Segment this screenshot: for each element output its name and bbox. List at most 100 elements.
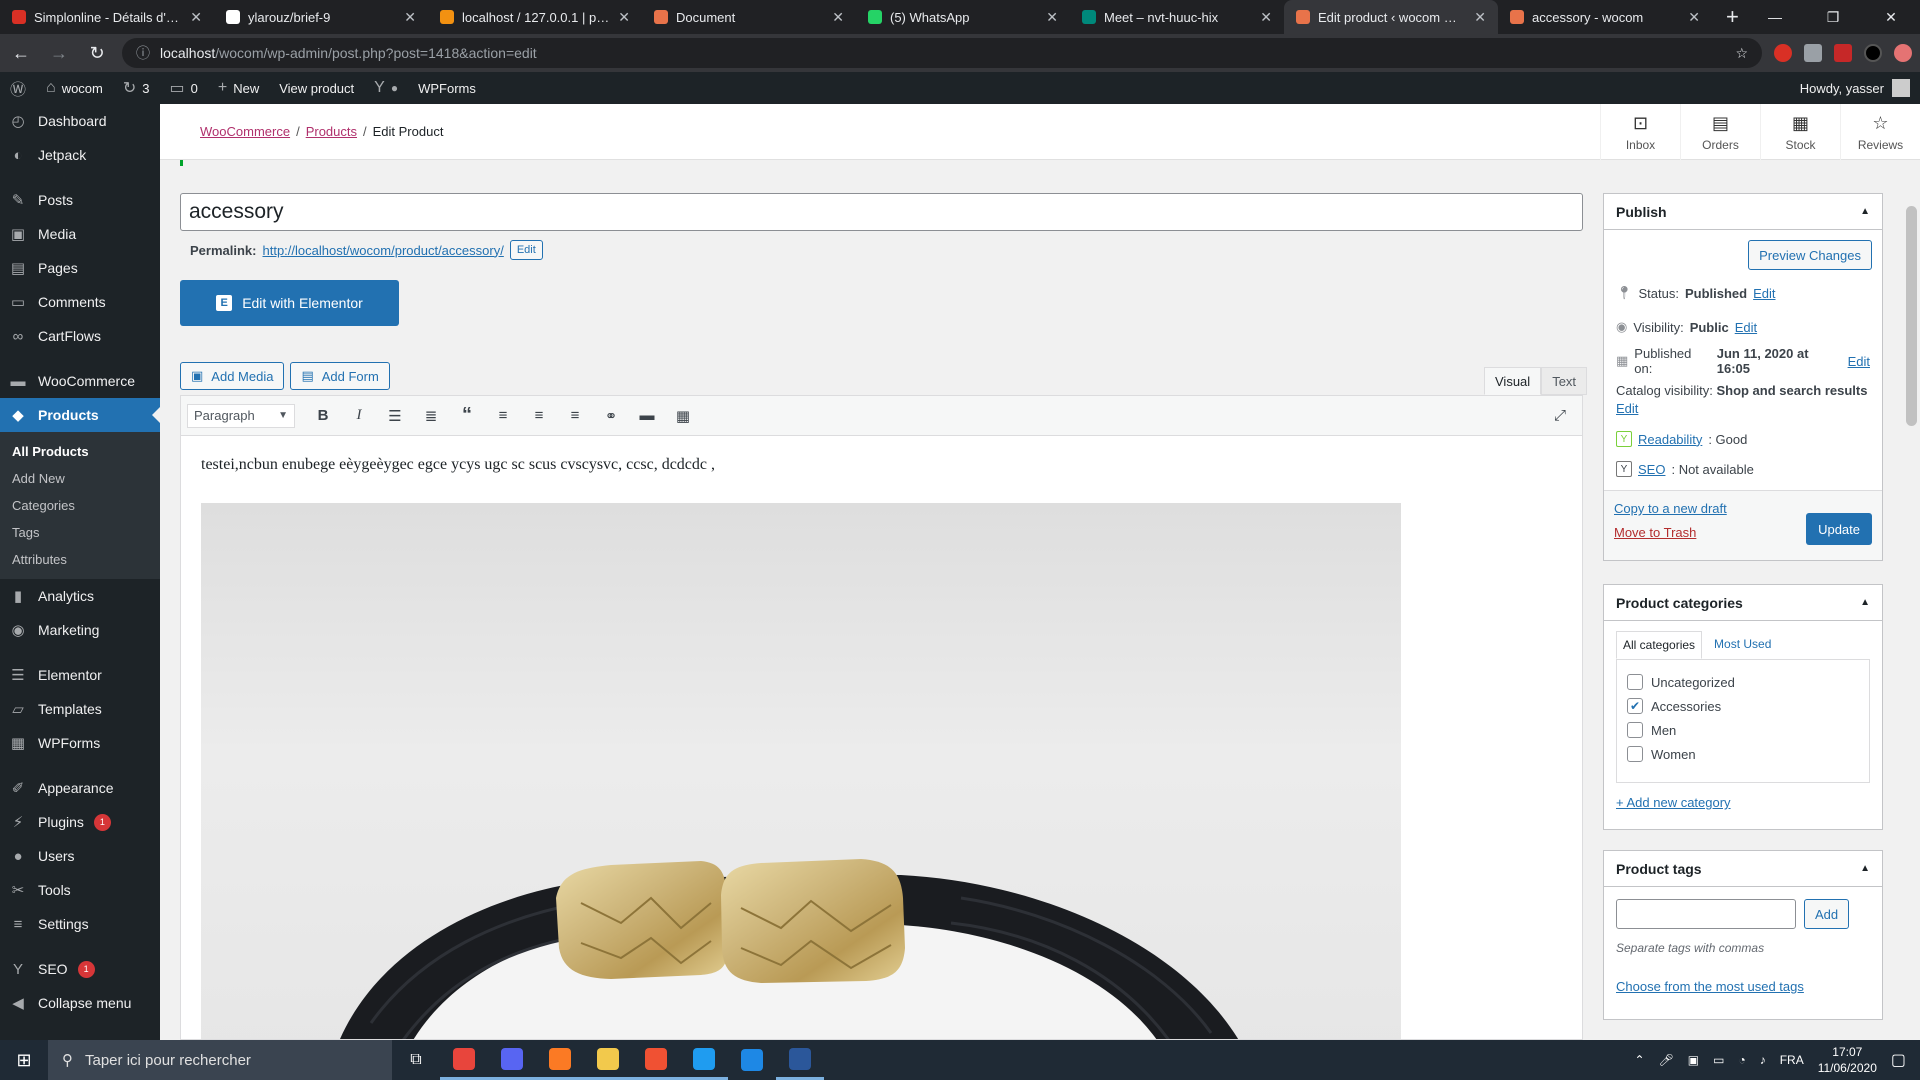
breadcrumb-products[interactable]: Products	[306, 124, 357, 139]
word-icon[interactable]	[776, 1040, 824, 1080]
collapse-arrow-icon[interactable]: ▲	[1860, 597, 1870, 608]
sidebar-item[interactable]: ▣ Media	[0, 217, 160, 251]
content-editor[interactable]: Paragraph ▼ B I ☰ ≣ “ ≡ ≡ ≡ ⚭ ▬ ▦ ⤢ teste…	[180, 395, 1583, 1040]
browser-tab[interactable]: ylarouz/brief-9 ✕	[214, 0, 428, 34]
close-icon[interactable]: ✕	[832, 9, 844, 26]
category-item[interactable]: Men	[1627, 718, 1859, 742]
taskbar-search[interactable]: ⚲ Taper ici pour rechercher	[48, 1040, 392, 1080]
sidebar-item[interactable]: ∞ CartFlows	[0, 319, 160, 353]
chevron-up-icon[interactable]: ⌃	[1634, 1053, 1644, 1067]
format-select[interactable]: Paragraph ▼	[187, 403, 295, 428]
add-tag-button[interactable]: Add	[1804, 899, 1850, 929]
copy-draft-link[interactable]: Copy to a new draft	[1614, 501, 1727, 516]
sidebar-item[interactable]: ✎ Posts	[0, 183, 160, 217]
post-title-input[interactable]: accessory	[180, 193, 1583, 231]
sidebar-item[interactable]: ▤ Pages	[0, 251, 160, 285]
tab-text[interactable]: Text	[1541, 367, 1588, 395]
permalink-link[interactable]: http://localhost/wocom/product/accessory…	[262, 243, 503, 258]
edit-permalink-button[interactable]: Edit	[509, 240, 543, 260]
tab-most-used[interactable]: Most Used	[1708, 631, 1777, 659]
scrollbar-thumb[interactable]	[1906, 206, 1917, 426]
choose-tags-link[interactable]: Choose from the most used tags	[1616, 979, 1870, 994]
bold-icon[interactable]: B	[307, 402, 339, 430]
sidebar-item[interactable]: ◐ Jetpack	[0, 138, 160, 172]
close-icon[interactable]: ✕	[1046, 9, 1058, 26]
vscode-icon[interactable]	[680, 1040, 728, 1080]
tag-input[interactable]	[1616, 899, 1796, 929]
browser-tab[interactable]: Meet – nvt-huuc-hix ✕	[1070, 0, 1284, 34]
woo-activity-reviews[interactable]: ☆ Reviews	[1840, 104, 1920, 160]
url-input[interactable]: ⓘ localhost/wocom/wp-admin/post.php?post…	[122, 38, 1762, 68]
bulleted-list-icon[interactable]: ☰	[379, 402, 411, 430]
seo-link[interactable]: SEO	[1638, 462, 1665, 477]
edit-date-link[interactable]: Edit	[1848, 354, 1870, 369]
woo-activity-stock[interactable]: ▦ Stock	[1760, 104, 1840, 160]
read-more-icon[interactable]: ▬	[631, 402, 663, 430]
category-checkbox[interactable]: ✔	[1627, 698, 1643, 714]
forward-icon[interactable]: →	[46, 43, 72, 64]
sidebar-item[interactable]: ⚡ Plugins 1	[0, 805, 160, 839]
sidebar-item[interactable]: Y SEO 1	[0, 952, 160, 986]
comments-link[interactable]: ▭ 0	[160, 72, 208, 104]
updates-link[interactable]: ↻ 3	[113, 72, 160, 104]
align-right-icon[interactable]: ≡	[559, 402, 591, 430]
browser-tab[interactable]: Document ✕	[642, 0, 856, 34]
bookmark-star-icon[interactable]: ☆	[1735, 45, 1748, 62]
category-item[interactable]: ✔ Accessories	[1627, 694, 1859, 718]
fullscreen-icon[interactable]: ⤢	[1544, 402, 1576, 430]
account-menu[interactable]: Howdy, yasser	[1800, 79, 1920, 97]
sidebar-item[interactable]: ▬ WooCommerce	[0, 364, 160, 398]
submenu-item[interactable]: Tags	[0, 519, 160, 546]
category-checkbox[interactable]	[1627, 746, 1643, 762]
xampp-icon[interactable]	[536, 1040, 584, 1080]
extension-icon[interactable]	[1894, 44, 1912, 62]
close-icon[interactable]: ✕	[1688, 9, 1700, 26]
update-button[interactable]: Update	[1806, 513, 1872, 545]
sidebar-item[interactable]: ◀ Collapse menu	[0, 986, 160, 1020]
sidebar-item[interactable]: ▦ WPForms	[0, 726, 160, 760]
clock[interactable]: 17:07 11/06/2020	[1818, 1044, 1877, 1076]
wifi-icon[interactable]: ◔	[1738, 1053, 1745, 1067]
categories-box-header[interactable]: Product categories ▲	[1604, 585, 1882, 621]
close-icon[interactable]: ✕	[618, 9, 630, 26]
preview-changes-button[interactable]: Preview Changes	[1748, 240, 1872, 270]
numbered-list-icon[interactable]: ≣	[415, 402, 447, 430]
git-icon[interactable]	[632, 1040, 680, 1080]
sidebar-item[interactable]: ▭ Comments	[0, 285, 160, 319]
maximize-button[interactable]: ❐	[1804, 0, 1862, 34]
profile-avatar[interactable]	[1864, 44, 1882, 62]
edge-icon[interactable]	[728, 1040, 776, 1080]
sidebar-item[interactable]: ≡ Settings	[0, 907, 160, 941]
info-icon[interactable]: ⓘ	[136, 43, 150, 63]
collapse-arrow-icon[interactable]: ▲	[1860, 863, 1870, 874]
category-checkbox[interactable]	[1627, 722, 1643, 738]
yoast-menu[interactable]: Y ●	[364, 72, 408, 104]
extension-icon[interactable]	[1804, 44, 1822, 62]
edit-status-link[interactable]: Edit	[1753, 286, 1775, 301]
sidebar-item[interactable]: ◆ Products	[0, 398, 160, 432]
add-new-category-link[interactable]: + Add new category	[1616, 795, 1870, 810]
site-name-link[interactable]: ⌂ wocom	[36, 72, 113, 104]
close-window-button[interactable]: ✕	[1862, 0, 1920, 34]
move-to-trash-link[interactable]: Move to Trash	[1614, 525, 1696, 540]
browser-tab[interactable]: Edit product ‹ wocom — W ✕	[1284, 0, 1498, 34]
task-view-icon[interactable]: ⧉	[392, 1040, 440, 1080]
battery-icon[interactable]: ▭	[1713, 1053, 1724, 1067]
discord-icon[interactable]	[488, 1040, 536, 1080]
readability-link[interactable]: Readability	[1638, 432, 1702, 447]
minimize-button[interactable]: —	[1746, 0, 1804, 34]
editor-body[interactable]: testei,ncbun enubege eèygeèygec egce ycy…	[181, 436, 1582, 494]
submenu-item[interactable]: Categories	[0, 492, 160, 519]
new-content-link[interactable]: + New	[208, 72, 269, 104]
tab-all-categories[interactable]: All categories	[1616, 631, 1703, 659]
windows-start-icon[interactable]: ⊞	[0, 1040, 48, 1080]
add-media-button[interactable]: ▣ Add Media	[180, 362, 285, 390]
adblock-icon[interactable]	[1834, 44, 1852, 62]
microphone-icon[interactable]: 🎤︎	[1659, 1053, 1674, 1067]
align-center-icon[interactable]: ≡	[523, 402, 555, 430]
volume-icon[interactable]: ♪	[1760, 1053, 1766, 1067]
language-indicator[interactable]: FRA	[1780, 1053, 1804, 1067]
notifications-icon[interactable]: ▢	[1891, 1050, 1906, 1070]
page-scrollbar[interactable]	[1903, 160, 1920, 1040]
link-icon[interactable]: ⚭	[595, 402, 627, 430]
